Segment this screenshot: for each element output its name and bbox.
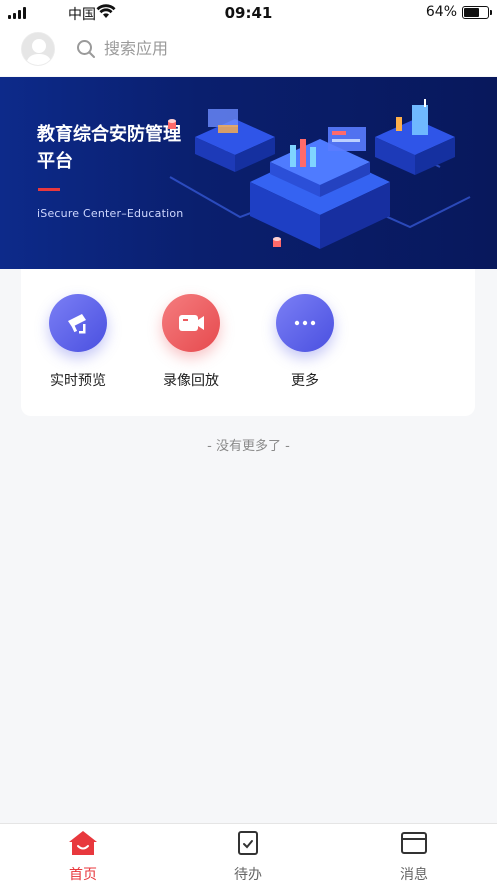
app-live-preview[interactable]: 实时预览 [38, 294, 118, 390]
video-icon [162, 294, 220, 352]
app-grid: 实时预览 录像回放 更多 [21, 269, 475, 416]
todo-icon [238, 831, 258, 855]
tab-messages[interactable]: 消息 [364, 830, 464, 883]
status-bar: 中国 09:41 64% [0, 0, 497, 26]
app-label: 更多 [291, 373, 319, 389]
app-more[interactable]: 更多 [265, 294, 345, 390]
avatar[interactable] [21, 32, 55, 66]
app-playback[interactable]: 录像回放 [151, 294, 231, 390]
search-icon[interactable] [76, 39, 96, 63]
battery-icon [462, 6, 492, 19]
tab-todo[interactable]: 待办 [198, 830, 298, 883]
tab-label: 首页 [69, 867, 97, 883]
app-label: 实时预览 [50, 373, 106, 389]
banner-illustration [168, 99, 471, 249]
tab-label: 消息 [400, 867, 428, 883]
header [0, 26, 497, 76]
tab-home[interactable]: 首页 [33, 830, 133, 883]
clock: 09:41 [224, 4, 273, 22]
tab-bar: 首页 待办 消息 [0, 823, 497, 883]
message-icon [401, 832, 427, 854]
more-icon [276, 294, 334, 352]
camera-icon [49, 294, 107, 352]
list-end-text: - 没有更多了 - [207, 439, 290, 454]
search-input[interactable] [104, 36, 364, 60]
home-icon [69, 831, 97, 855]
tab-label: 待办 [234, 867, 262, 883]
banner-divider [38, 188, 60, 191]
banner[interactable]: 教育综合安防管理平台 iSecure Center–Education [0, 77, 497, 269]
battery-percentage: 64% [425, 4, 457, 20]
user-icon [22, 33, 54, 65]
app-label: 录像回放 [163, 373, 219, 389]
